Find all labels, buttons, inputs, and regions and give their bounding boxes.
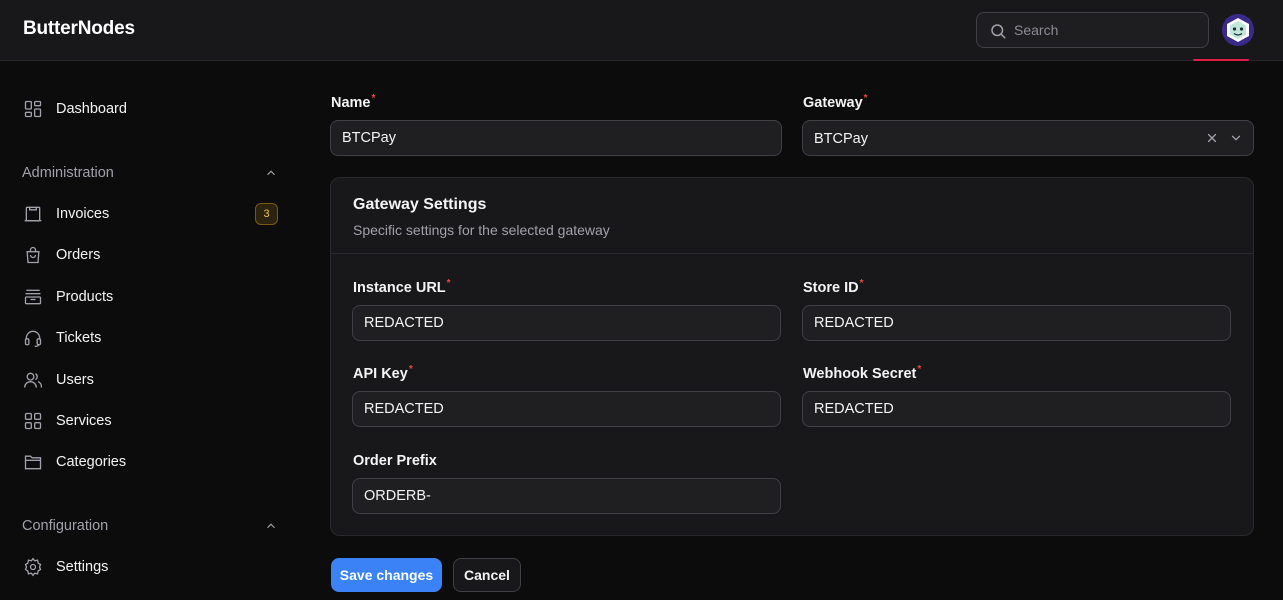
- search-input[interactable]: [1014, 13, 1204, 47]
- instance-url-label: Instance URL*: [353, 278, 451, 296]
- card-title: Gateway Settings: [353, 196, 487, 213]
- grid-icon: [22, 410, 44, 432]
- gateway-select[interactable]: BTCPay: [802, 120, 1254, 156]
- headset-icon: [22, 327, 44, 349]
- required-marker: *: [371, 93, 376, 104]
- instance-url-input[interactable]: [352, 305, 781, 341]
- gateway-label-text: Gateway: [803, 95, 863, 111]
- name-label: Name*: [331, 93, 376, 111]
- top-bar: ButterNodes: [0, 0, 1283, 61]
- group-title: Administration: [22, 165, 114, 181]
- required-marker: *: [446, 278, 451, 289]
- store-id-label-text: Store ID: [803, 280, 859, 296]
- webhook-secret-label-text: Webhook Secret: [803, 366, 917, 382]
- required-marker: *: [408, 364, 413, 375]
- shopping-bag-icon: [22, 244, 44, 266]
- sidebar-item-label: Invoices: [56, 206, 110, 222]
- chevron-down-icon[interactable]: [1229, 131, 1243, 145]
- sidebar-item-label: Categories: [56, 454, 127, 470]
- store-id-label: Store ID*: [803, 278, 864, 296]
- sidebar-item-label: Orders: [56, 247, 101, 263]
- name-input[interactable]: [330, 120, 782, 156]
- sidebar-item-invoices[interactable]: Invoices 3: [22, 200, 284, 228]
- sidebar-item-label: Products: [56, 289, 114, 305]
- count-badge: 3: [255, 203, 278, 225]
- save-changes-button[interactable]: Save changes: [331, 558, 442, 592]
- api-key-label-text: API Key: [353, 366, 408, 382]
- search-box[interactable]: [976, 12, 1209, 48]
- sidebar-item-products[interactable]: Products: [22, 283, 284, 311]
- webhook-secret-input[interactable]: [802, 391, 1231, 427]
- order-prefix-input[interactable]: [352, 478, 781, 514]
- required-marker: *: [863, 93, 868, 104]
- sidebar-item-settings[interactable]: Settings: [22, 553, 284, 581]
- sidebar-item-label: Tickets: [56, 330, 102, 346]
- sidebar-item-label: Dashboard: [56, 101, 127, 117]
- group-administration-toggle[interactable]: Administration: [22, 163, 278, 183]
- cancel-button[interactable]: Cancel: [453, 558, 521, 592]
- folder-icon: [22, 451, 44, 473]
- order-prefix-label-text: Order Prefix: [353, 453, 437, 469]
- gear-icon: [22, 556, 44, 578]
- sidebar: Dashboard Administration Invoices 3 Orde…: [0, 61, 300, 600]
- store-id-input[interactable]: [802, 305, 1231, 341]
- chevron-up-icon: [267, 523, 275, 529]
- order-prefix-label: Order Prefix: [353, 453, 437, 469]
- search-icon: [991, 24, 1006, 39]
- invoice-icon: [22, 203, 44, 225]
- clear-icon[interactable]: [1205, 131, 1219, 145]
- webhook-secret-label: Webhook Secret*: [803, 364, 922, 382]
- avatar[interactable]: [1222, 14, 1254, 46]
- api-key-input[interactable]: [352, 391, 781, 427]
- archive-box-icon: [22, 286, 44, 308]
- required-marker: *: [917, 364, 922, 375]
- sidebar-item-orders[interactable]: Orders: [22, 241, 284, 269]
- sidebar-item-label: Settings: [56, 559, 109, 575]
- sidebar-item-tickets[interactable]: Tickets: [22, 324, 284, 352]
- group-title: Configuration: [22, 518, 109, 534]
- header-accent-line: [1193, 59, 1249, 61]
- card-subtitle: Specific settings for the selected gatew…: [353, 222, 610, 238]
- name-label-text: Name: [331, 95, 371, 111]
- sidebar-item-label: Users: [56, 372, 94, 388]
- gateway-label: Gateway*: [803, 93, 868, 111]
- sidebar-item-services[interactable]: Services: [22, 407, 284, 435]
- sidebar-item-label: Services: [56, 413, 112, 429]
- group-configuration-toggle[interactable]: Configuration: [22, 516, 278, 536]
- instance-url-label-text: Instance URL: [353, 280, 446, 296]
- required-marker: *: [859, 278, 864, 289]
- card-header: Gateway Settings Specific settings for t…: [331, 178, 1253, 254]
- dashboard-icon: [22, 98, 44, 120]
- avatar-image-icon: [1222, 14, 1254, 46]
- brand-logo[interactable]: ButterNodes: [23, 18, 135, 40]
- chevron-up-icon: [267, 170, 275, 176]
- users-icon: [22, 369, 44, 391]
- api-key-label: API Key*: [353, 364, 413, 382]
- gateway-selected-value: BTCPay: [814, 131, 868, 147]
- sidebar-item-dashboard[interactable]: Dashboard: [22, 95, 284, 123]
- sidebar-item-categories[interactable]: Categories: [22, 448, 284, 476]
- sidebar-item-users[interactable]: Users: [22, 366, 284, 394]
